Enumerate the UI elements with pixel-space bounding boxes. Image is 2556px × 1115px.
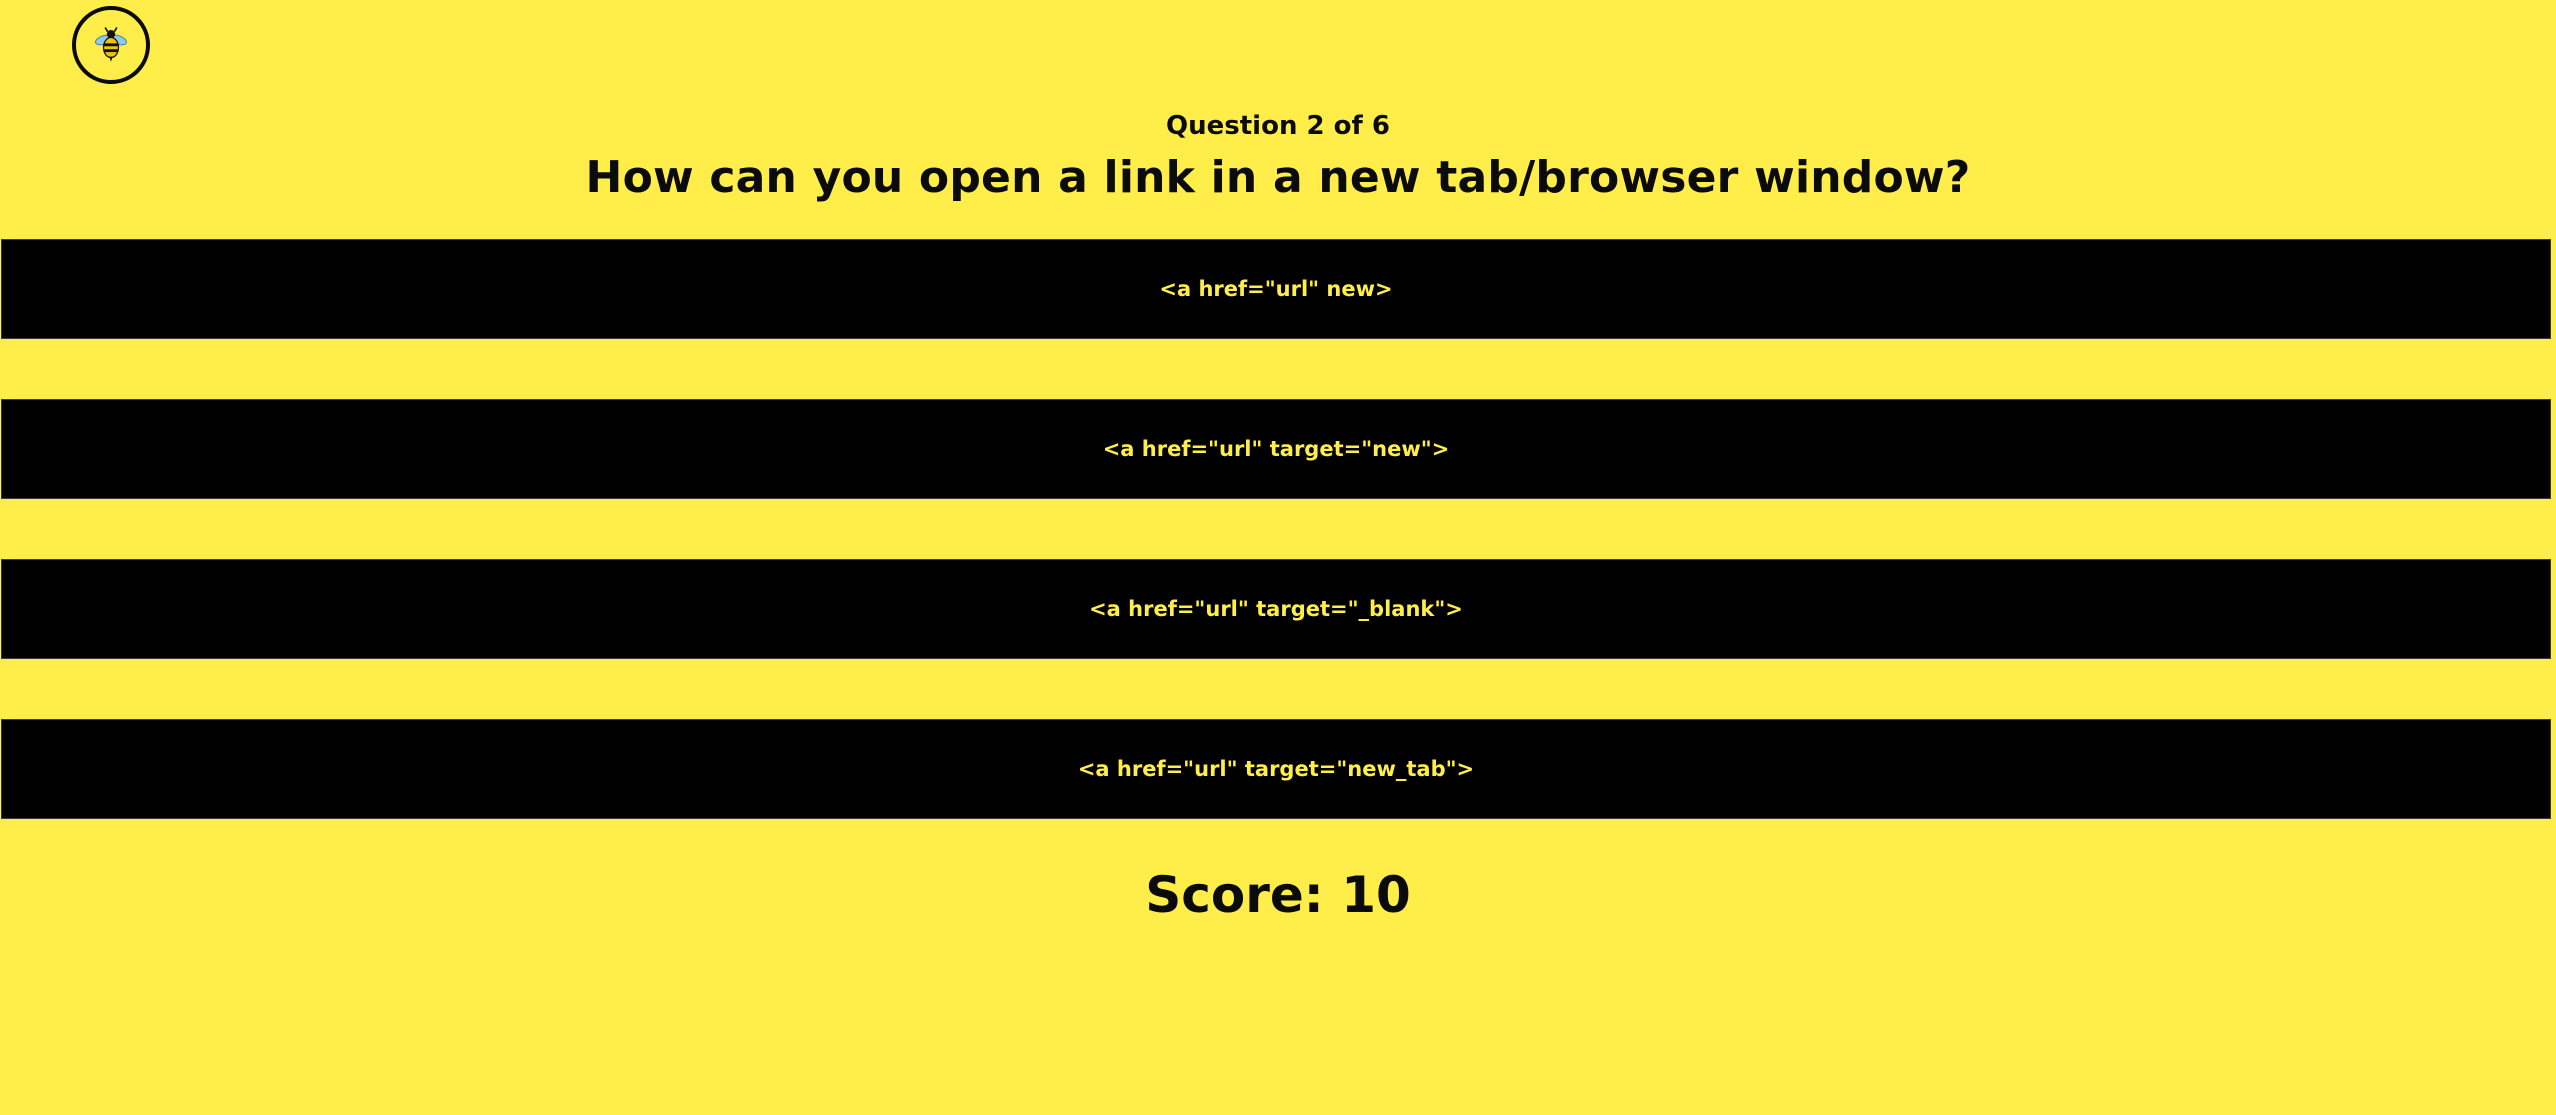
answer-option-2[interactable]: <a href="url" target="new"> <box>1 399 2551 499</box>
bee-icon <box>95 27 127 62</box>
answer-option-1[interactable]: <a href="url" new> <box>1 239 2551 339</box>
question-text: How can you open a link in a new tab/bro… <box>585 152 1971 203</box>
answer-option-3[interactable]: <a href="url" target="_blank"> <box>1 559 2551 659</box>
question-counter: Question 2 of 6 <box>1166 111 1390 141</box>
score-display: Score: 10 <box>1145 866 1411 924</box>
answer-option-4[interactable]: <a href="url" target="new_tab"> <box>1 719 2551 819</box>
logo-button[interactable] <box>72 6 150 84</box>
